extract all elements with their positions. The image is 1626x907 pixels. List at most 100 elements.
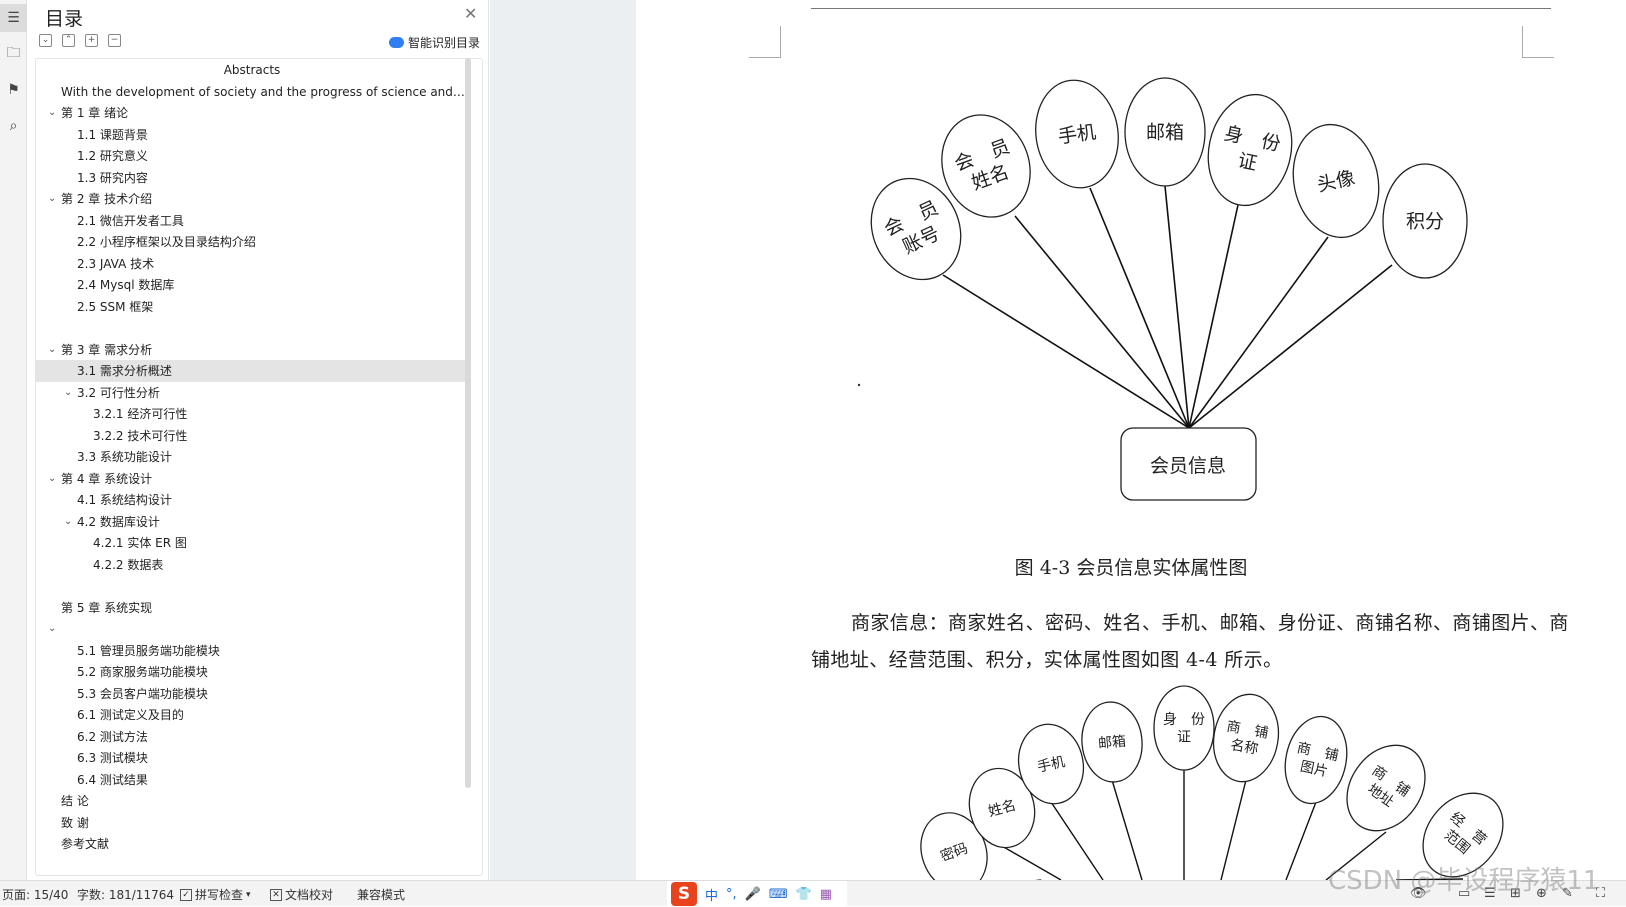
attribute-ellipse: 商 铺图片 [1284, 715, 1348, 805]
toc-item-label: 6.2 测试方法 [77, 729, 148, 744]
toc-item[interactable]: ⌄ 4.2 数据库设计 [36, 511, 468, 533]
toc-item[interactable]: 2.3 JAVA 技术 [36, 253, 468, 275]
toc-item[interactable]: 第 5 章 系统实现 [36, 597, 468, 619]
er-diagram: 会 员账号会 员姓名手机 邮箱身 份证头像积分会员信息 密码姓名手机邮箱身 份证商… [857, 77, 1504, 880]
toc-item[interactable]: 2.5 SSM 框架 [36, 296, 468, 318]
toc-item[interactable]: 2.2 小程序框架以及目录结构介绍 [36, 231, 468, 253]
connector-line [1220, 779, 1247, 880]
body-paragraph: 商家信息：商家姓名、密码、姓名、手机、邮箱、身份证、商铺名称、商铺图片、商铺地址… [811, 612, 1569, 671]
sidebar-toolstrip: ☰ 🗀 ⚑ ⌕ [0, 0, 27, 880]
close-icon[interactable]: ✕ [464, 4, 477, 23]
toc-item[interactable]: ⌄ 3.2 可行性分析 [36, 382, 468, 404]
toc-item-label: 1.2 研究意义 [77, 149, 148, 163]
connector-line [1164, 185, 1190, 429]
chevron-down-icon[interactable]: ⌄ [48, 102, 56, 124]
toc-item[interactable]: 1.2 研究意义 [36, 145, 468, 167]
member-entity-diagram: 会 员账号会 员姓名手机 邮箱身 份证头像积分会员信息 [870, 77, 1468, 501]
toc-item[interactable]: 5.2 商家服务端功能模块 [36, 661, 468, 683]
toc-item[interactable]: 3.2.1 经济可行性 [36, 403, 468, 425]
toc-item-label: 4.2.2 数据表 [93, 557, 164, 572]
toc-item[interactable]: 3.1 需求分析概述 [36, 360, 468, 382]
toc-item[interactable]: 结 论 [36, 790, 468, 812]
bookmark-icon[interactable]: ⚑ [0, 76, 27, 104]
toc-item[interactable]: ⌄ 第 1 章 绪论 [36, 102, 468, 124]
toc-item[interactable]: 4.2.1 实体 ER 图 [36, 532, 468, 554]
toc-item-label: 6.4 测试结果 [77, 772, 148, 787]
spellcheck-button[interactable]: ✓ 拼写检查 ▾ [180, 886, 251, 903]
ime-toolbar[interactable]: S 中 °, 🎤 ⌨ 👕 ▦ [667, 881, 847, 907]
toc-item[interactable]: 2.1 微信开发者工具 [36, 210, 468, 232]
toc-item[interactable]: 6.2 测试方法 [36, 726, 468, 748]
toc-item[interactable]: ⌄ 第 2 章 技术介绍 [36, 188, 468, 210]
attribute-label: 邮箱 [1146, 122, 1184, 144]
connector-line [1001, 845, 1062, 880]
toc-item[interactable]: 5.1 管理员服务端功能模块 [36, 640, 468, 662]
smart-toc-button[interactable]: 智能识别目录 [389, 34, 480, 51]
chevron-down-icon[interactable]: ⌄ [64, 382, 72, 404]
toc-item[interactable]: 1.1 课题背景 [36, 124, 468, 146]
toc-item-label: 2.1 微信开发者工具 [77, 213, 184, 228]
attribute-ellipse: 邮箱 [1081, 701, 1143, 783]
chevron-down-icon[interactable]: ⌄ [64, 511, 72, 533]
toc-item[interactable]: 参考文献 [36, 833, 468, 855]
add-heading-icon[interactable]: + [85, 34, 98, 47]
toc-item-label: 5.2 商家服务端功能模块 [77, 665, 208, 679]
attribute-label: 证 [1177, 730, 1191, 746]
keyboard-icon[interactable]: ⌨ [769, 887, 788, 902]
attribute-label: 积分 [1406, 211, 1444, 233]
toc-item[interactable]: Abstracts [36, 59, 468, 81]
toc-scrollbar[interactable] [465, 58, 471, 788]
connector-line [1050, 801, 1104, 880]
punctuation-icon[interactable]: °, [726, 887, 737, 902]
toc-item[interactable]: ⌄ 第 3 章 需求分析 [36, 339, 468, 361]
apps-icon[interactable]: ▦ [820, 887, 832, 902]
toc-item[interactable] [36, 317, 468, 339]
toc-item[interactable] [36, 575, 468, 597]
toc-item[interactable]: 6.1 测试定义及目的 [36, 704, 468, 726]
toc-item-label: 第 5 章 系统实现 [61, 600, 153, 615]
toc-item[interactable]: ⌄ 第 4 章 系统设计 [36, 468, 468, 490]
toc-item[interactable]: With the development of society and the … [36, 81, 468, 103]
compat-mode: 兼容模式 [357, 888, 406, 902]
chevron-down-icon[interactable]: ⌄ [48, 618, 56, 640]
toc-icon[interactable]: ☰ [0, 4, 27, 32]
toc-item[interactable]: 2.4 Mysql 数据库 [36, 274, 468, 296]
microphone-icon[interactable]: 🎤 [745, 887, 761, 902]
toc-item[interactable]: 4.1 系统结构设计 [36, 489, 468, 511]
attribute-ellipse: 积分 [1382, 163, 1468, 279]
toc-item[interactable]: 4.2.2 数据表 [36, 554, 468, 576]
toc-item[interactable]: 6.4 测试结果 [36, 769, 468, 791]
toc-item-label: 4.2 数据库设计 [77, 514, 160, 529]
skin-icon[interactable]: 👕 [796, 887, 812, 902]
chevron-down-icon[interactable]: ⌄ [48, 339, 56, 361]
collapse-all-icon[interactable]: ⌃ [62, 34, 75, 47]
expand-all-icon[interactable]: ⌄ [39, 34, 52, 47]
page-indicator[interactable]: 页面: 15/40 [2, 886, 68, 903]
attribute-ellipse: 身 份证 [1153, 685, 1215, 771]
chevron-down-icon[interactable]: ⌄ [48, 188, 56, 210]
proofread-label: 文档校对 [285, 888, 334, 902]
folder-icon[interactable]: 🗀 [0, 40, 27, 68]
toc-item-label: 致 谢 [61, 815, 89, 830]
search-icon[interactable]: ⌕ [0, 112, 27, 140]
toc-item[interactable]: 3.2.2 技术可行性 [36, 425, 468, 447]
toc-item-label: 2.4 Mysql 数据库 [77, 278, 175, 292]
toc-item[interactable]: 3.3 系统功能设计 [36, 446, 468, 468]
document-page[interactable]: 会 员账号会 员姓名 手机 邮箱身 份证头像 积分 会员信息 密码 姓名 手机 邮箱身 份证商… [636, 0, 1626, 880]
connector-line [942, 274, 1190, 429]
toc-item[interactable]: 6.3 测试模块 [36, 747, 468, 769]
toc-item[interactable]: 致 谢 [36, 812, 468, 834]
toc-item[interactable]: 5.3 会员客户端功能模块 [36, 683, 468, 705]
proofread-button[interactable]: ✕ 文档校对 [270, 886, 333, 903]
remove-heading-icon[interactable]: − [108, 34, 121, 47]
toc-item-label: 2.2 小程序框架以及目录结构介绍 [77, 235, 256, 249]
toc-item-label: 5.1 管理员服务端功能模块 [77, 643, 220, 658]
toc-item-label: 第 3 章 需求分析 [61, 342, 153, 357]
toc-item[interactable]: 1.3 研究内容 [36, 167, 468, 189]
chevron-down-icon[interactable]: ⌄ [48, 468, 56, 490]
attribute-ellipse: 头像 [1292, 123, 1380, 239]
toc-item-label: 3.2.2 技术可行性 [93, 428, 188, 443]
toc-item[interactable]: ⌄ [36, 618, 468, 640]
ime-lang[interactable]: 中 [705, 885, 718, 904]
word-count[interactable]: 字数: 181/11764 [77, 886, 174, 903]
